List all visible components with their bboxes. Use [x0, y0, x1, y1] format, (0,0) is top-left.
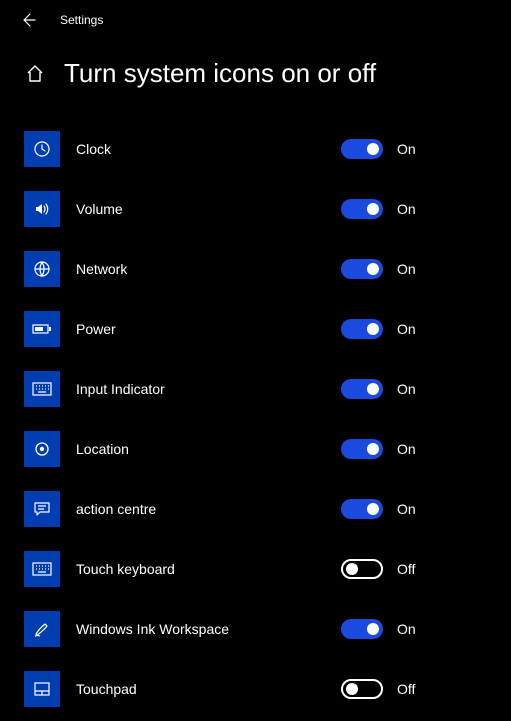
state-action-centre: On	[397, 501, 416, 517]
touchpad-icon	[33, 681, 51, 697]
row-network: Network On	[24, 239, 511, 299]
label-volume: Volume	[76, 201, 341, 217]
toggle-clock[interactable]	[341, 139, 383, 159]
label-location: Location	[76, 441, 341, 457]
state-touch-keyboard: Off	[397, 561, 415, 577]
state-windows-ink: On	[397, 621, 416, 637]
state-network: On	[397, 261, 416, 277]
tile-input-indicator	[24, 371, 60, 407]
arrow-left-icon	[20, 12, 36, 28]
page-title: Turn system icons on or off	[64, 58, 376, 89]
tile-windows-ink	[24, 611, 60, 647]
volume-icon	[33, 200, 51, 218]
tile-touchpad	[24, 671, 60, 707]
home-button[interactable]	[24, 63, 46, 85]
state-location: On	[397, 441, 416, 457]
clock-icon	[33, 140, 51, 158]
tile-power	[24, 311, 60, 347]
title-row: Turn system icons on or off	[0, 40, 511, 89]
touchkb-icon	[32, 562, 52, 576]
header-bar: Settings	[0, 0, 511, 40]
toggle-volume[interactable]	[341, 199, 383, 219]
tile-network	[24, 251, 60, 287]
state-input-indicator: On	[397, 381, 416, 397]
tile-action-centre	[24, 491, 60, 527]
tile-touch-keyboard	[24, 551, 60, 587]
toggle-touchpad[interactable]	[341, 679, 383, 699]
row-input-indicator: Input Indicator On	[24, 359, 511, 419]
state-touchpad: Off	[397, 681, 415, 697]
label-clock: Clock	[76, 141, 341, 157]
location-icon	[33, 440, 51, 458]
label-touch-keyboard: Touch keyboard	[76, 561, 341, 577]
message-icon	[33, 500, 51, 518]
home-icon	[25, 64, 45, 84]
toggle-power[interactable]	[341, 319, 383, 339]
row-windows-ink: Windows Ink Workspace On	[24, 599, 511, 659]
label-touchpad: Touchpad	[76, 681, 341, 697]
globe-icon	[33, 260, 51, 278]
tile-clock	[24, 131, 60, 167]
state-clock: On	[397, 141, 416, 157]
toggle-location[interactable]	[341, 439, 383, 459]
keyboard-icon	[32, 382, 52, 396]
label-input-indicator: Input Indicator	[76, 381, 341, 397]
state-power: On	[397, 321, 416, 337]
battery-icon	[32, 322, 52, 336]
icon-toggle-list: Clock On Volume On Network On	[0, 89, 511, 719]
label-network: Network	[76, 261, 341, 277]
label-action-centre: action centre	[76, 501, 341, 517]
tile-volume	[24, 191, 60, 227]
label-windows-ink: Windows Ink Workspace	[76, 621, 341, 637]
row-clock: Clock On	[24, 119, 511, 179]
row-touch-keyboard: Touch keyboard Off	[24, 539, 511, 599]
row-volume: Volume On	[24, 179, 511, 239]
row-touchpad: Touchpad Off	[24, 659, 511, 719]
toggle-network[interactable]	[341, 259, 383, 279]
label-power: Power	[76, 321, 341, 337]
back-button[interactable]	[20, 12, 36, 28]
tile-location	[24, 431, 60, 467]
state-volume: On	[397, 201, 416, 217]
header-app-name: Settings	[60, 13, 103, 27]
toggle-input-indicator[interactable]	[341, 379, 383, 399]
row-power: Power On	[24, 299, 511, 359]
row-action-centre: action centre On	[24, 479, 511, 539]
row-location: Location On	[24, 419, 511, 479]
toggle-windows-ink[interactable]	[341, 619, 383, 639]
toggle-touch-keyboard[interactable]	[341, 559, 383, 579]
pen-icon	[33, 620, 51, 638]
toggle-action-centre[interactable]	[341, 499, 383, 519]
